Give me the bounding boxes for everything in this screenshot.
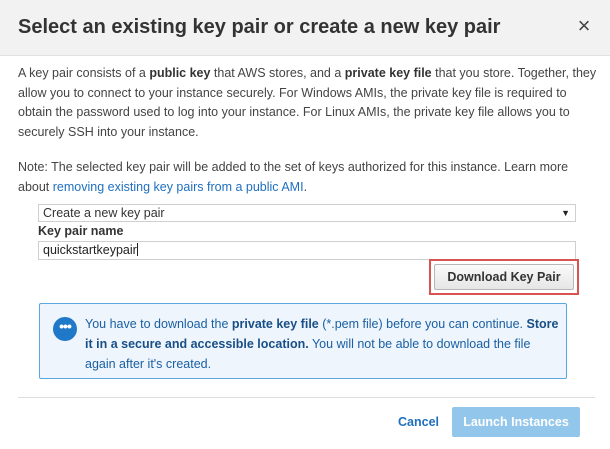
info-bold-private-key: private key file — [231, 317, 319, 331]
info-message-text: You have to download the private key fil… — [85, 314, 563, 374]
intro-paragraph: A key pair consists of a public key that… — [18, 64, 598, 142]
launch-instances-button[interactable]: Launch Instances — [452, 407, 580, 437]
remove-key-pairs-link[interactable]: removing existing key pairs from a publi… — [53, 180, 304, 194]
key-pair-name-label: Key pair name — [38, 224, 124, 238]
info-message-box: ••• You have to download the private key… — [39, 303, 567, 379]
download-key-pair-button[interactable]: Download Key Pair — [434, 264, 574, 290]
intro-text: that AWS stores, and a — [210, 66, 345, 80]
intro-bold-public-key: public key — [149, 66, 211, 80]
footer-divider — [18, 397, 595, 398]
cancel-button[interactable]: Cancel — [398, 415, 439, 429]
close-icon[interactable]: × — [572, 14, 596, 38]
key-pair-select[interactable]: Create a new key pair ▼ — [38, 204, 576, 222]
chevron-down-icon: ▼ — [561, 208, 570, 218]
dialog-title: Select an existing key pair or create a … — [18, 16, 501, 38]
intro-bold-private-key: private key file — [344, 66, 432, 80]
dialog-header: Select an existing key pair or create a … — [0, 0, 610, 56]
key-pair-dialog: Select an existing key pair or create a … — [0, 0, 610, 449]
info-text: You have to download the — [85, 317, 232, 331]
info-chat-icon: ••• — [53, 317, 77, 341]
intro-text: A key pair consists of a — [18, 66, 150, 80]
note-paragraph: Note: The selected key pair will be adde… — [18, 158, 598, 197]
key-pair-name-value: quickstartkeypair — [43, 243, 137, 257]
note-end: . — [303, 179, 308, 194]
key-pair-select-value: Create a new key pair — [43, 206, 165, 220]
text-cursor — [136, 243, 138, 256]
info-text: (*.pem file) before you can continue. — [318, 317, 527, 331]
key-pair-name-input[interactable]: quickstartkeypair — [38, 241, 576, 260]
